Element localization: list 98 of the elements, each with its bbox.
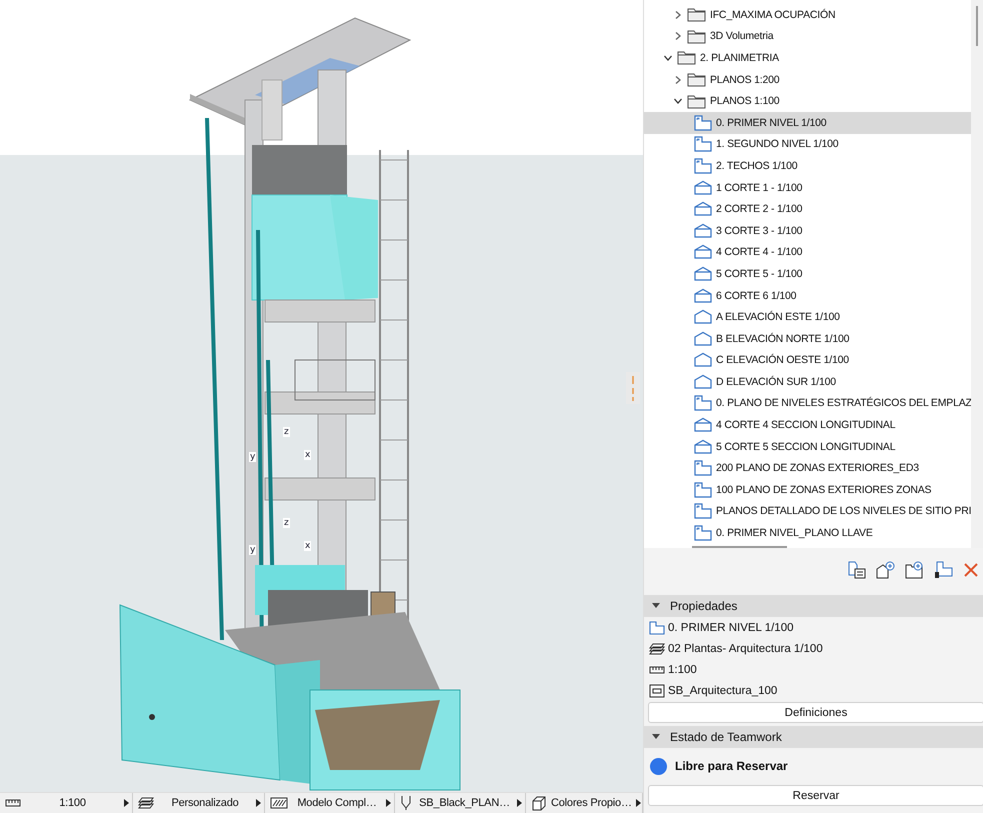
layout-frame-icon [649,684,665,698]
elevation-icon [694,374,712,390]
section-icon [694,288,712,304]
view-item[interactable]: 1. SEGUNDO NIVEL 1/100 [644,134,972,156]
triangle-right-icon [256,799,261,807]
add-folder-icon[interactable] [905,561,924,579]
view-item[interactable]: 100 PLANO DE ZONAS EXTERIORES ZONAS [644,479,972,501]
folder-item[interactable]: 2. PLANIMETRIA [644,47,972,69]
pen-nib-icon [400,795,412,811]
chevron-right-icon[interactable] [673,31,683,42]
section-icon [694,417,712,434]
triangle-right-icon [517,799,522,807]
property-row: 0. PRIMER NIVEL 1/100 [644,617,983,638]
axis-label: x [304,450,312,460]
property-row: SB_Arquitectura_100 [644,680,983,701]
view-item[interactable]: 2 CORTE 2 - 1/100 [644,198,972,220]
floor-plan-icon [694,114,712,131]
triangle-down-icon [652,603,660,609]
status-bar-popup[interactable]: Colores Propio… [526,793,643,813]
view-item[interactable]: 5 CORTE 5 SECCION LONGITUDINAL [644,436,972,458]
layers-icon [649,642,665,656]
view-item[interactable]: 5 CORTE 5 - 1/100 [644,263,972,285]
triangle-right-icon [124,799,129,807]
view-item[interactable]: 1 CORTE 1 - 1/100 [644,176,972,198]
view-item[interactable]: 0. PLANO DE NIVELES ESTRATÉGICOS DEL EMPLAZ [644,392,972,414]
section-icon [694,438,712,455]
vertical-scrollbar[interactable] [971,0,983,548]
section-icon [694,244,712,260]
axis-label: z [283,427,290,437]
view-item[interactable]: D ELEVACIÓN SUR 1/100 [644,371,972,393]
folder-item[interactable]: 3D Volumetria [644,26,972,48]
definitions-button[interactable]: Definiciones [648,702,983,723]
elevation-icon [694,330,712,347]
splitter-handle[interactable] [626,372,640,404]
axis-label: y [249,545,256,555]
section-icon [694,180,712,196]
view-list-icon[interactable] [847,561,866,579]
section-icon [694,222,712,239]
view-item[interactable]: 6 CORTE 6 1/100 [644,284,972,306]
view-item[interactable]: C ELEVACIÓN OESTE 1/100 [644,350,972,372]
plan-settings-icon[interactable] [934,561,953,579]
view-item[interactable]: PLANOS DETALLADO DE LOS NIVELES DE SITIO PRI [644,500,972,522]
folder-item[interactable]: PLANOS 1:100 [644,90,972,112]
section-icon [694,266,712,282]
folder-item[interactable]: PLANOS 1:200 [644,68,972,90]
section-header[interactable]: Propiedades [644,595,983,617]
status-bar-popup[interactable]: SB_Black_PLAN… [395,793,526,813]
folder-item[interactable]: IFC_MAXIMA OCUPACIÓN [644,4,972,26]
ruler-icon [5,798,21,808]
elevation-icon [694,352,712,368]
floor-plan-icon [694,503,712,520]
add-layout-icon[interactable] [876,561,895,579]
property-row: 1:100 [644,659,983,680]
view-item[interactable]: A ELEVACIÓN ESTE 1/100 [644,306,972,328]
layers-icon [138,796,154,810]
axis-label: x [304,541,312,551]
delete-icon[interactable] [963,562,979,578]
view-item[interactable]: 0. PRIMER NIVEL_PLANO LLAVE [644,522,972,544]
folder-icon [687,7,706,22]
chevron-down-icon[interactable] [673,96,683,106]
view-item[interactable]: 3 CORTE 3 - 1/100 [644,220,972,242]
triangle-right-icon [636,799,641,807]
floor-plan-icon [694,136,712,152]
status-bar-popup[interactable]: Personalizado [133,793,265,813]
reserve-button[interactable]: Reservar [648,785,983,806]
floor-plan-icon [694,482,712,498]
chevron-right-icon[interactable] [673,74,683,85]
horizontal-scrollbar[interactable] [692,546,787,548]
section-icon [694,201,712,218]
view-item[interactable]: 4 CORTE 4 SECCION LONGITUDINAL [644,414,972,436]
floor-plan-icon [694,395,712,412]
axis-label: z [283,518,290,528]
hatched-rectangle-icon [270,796,288,810]
property-row: 02 Plantas- Arquitectura 1/100 [644,638,983,659]
floor-plan-icon [694,460,712,476]
floor-plan-icon [694,525,712,542]
folder-icon [687,28,706,44]
view-item[interactable]: 4 CORTE 4 - 1/100 [644,242,972,264]
status-text: Libre para Reservar [675,759,788,773]
view-item[interactable]: 200 PLANO DE ZONAS EXTERIORES_ED3 [644,457,972,480]
floor-plan-icon [649,620,665,634]
status-bar-popup[interactable]: 1:100 [0,793,133,813]
triangle-down-icon [652,734,660,740]
folder-icon [687,94,706,109]
ruler-icon [649,664,665,674]
cube-icon [531,796,547,810]
status-bar-popup[interactable]: Modelo Compl… [265,793,395,813]
folder-icon [687,72,706,88]
section-header[interactable]: Estado de Teamwork [644,726,983,748]
chevron-right-icon[interactable] [673,10,683,20]
folder-icon [677,50,696,66]
floor-plan-icon [694,158,712,174]
elevation-icon [694,309,712,326]
view-item[interactable]: B ELEVACIÓN NORTE 1/100 [644,328,972,350]
view-item[interactable]: 2. TECHOS 1/100 [644,155,972,177]
triangle-right-icon [386,799,391,807]
view-item[interactable]: 0. PRIMER NIVEL 1/100 [644,112,972,134]
axis-label: y [249,452,256,462]
